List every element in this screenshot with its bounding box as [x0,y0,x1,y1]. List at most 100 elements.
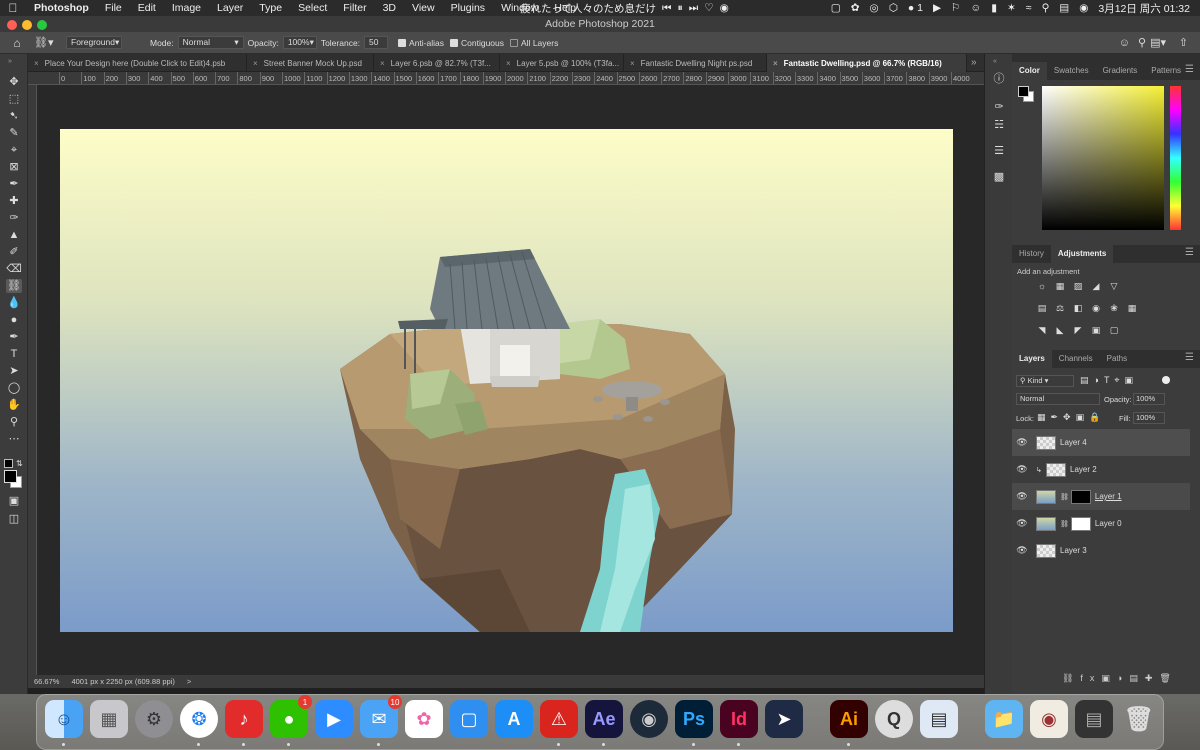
color-field[interactable] [1042,86,1164,230]
user-icon[interactable]: ☺ [970,2,981,14]
adjustments-panel-menu-icon[interactable]: ☰ [1185,247,1194,258]
layer-name[interactable]: Layer 3 [1060,546,1087,555]
pause-icon[interactable]: ⏸ [677,2,682,15]
menubar-clock[interactable]: 3月12日 周六 01:32 [1098,1,1190,16]
tab-document-4[interactable]: × Layer 5.psb @ 100% (T3fa... [500,54,624,72]
foreground-color-large[interactable] [4,470,17,483]
menu-layer[interactable]: Layer [209,2,251,14]
lock-icons[interactable]: ▦✒✥▣🔒 [1037,412,1105,423]
tab-document-active[interactable]: × Fantastic Dwelling.psd @ 66.7% (RGB/16) [767,54,967,72]
launchpad-dock-icon[interactable]: ▦ [90,700,128,738]
layer-filter-icons[interactable]: ▤◑T⌖▣ [1080,375,1138,386]
exposure-adjustment-icon[interactable]: ◢ [1090,281,1102,291]
illustrator-dock-icon[interactable]: Ai [830,700,868,738]
home-icon[interactable]: ⌂ [0,36,34,50]
history-brush-tool-icon[interactable]: ✐ [6,245,22,259]
wifi-icon[interactable]: ≈ [1026,2,1032,14]
netease-icon[interactable]: ◉ [720,2,729,14]
brush-settings-icon[interactable]: ✑ [992,100,1006,114]
tab-swatches[interactable]: Swatches [1047,62,1096,80]
netease-music-dock-icon[interactable]: ♪ [225,700,263,738]
desktop-switcher-dock-icon[interactable]: ➤ [765,700,803,738]
after-effects-dock-icon[interactable]: Ae [585,700,623,738]
type-tool-icon[interactable]: T [6,347,22,361]
tab-color[interactable]: Color [1012,62,1047,80]
properties-panel-icon[interactable]: ☵ [992,118,1006,132]
control-center-icon[interactable]: ▤ [1059,2,1069,14]
menu-view[interactable]: View [404,2,443,14]
close-tab-icon[interactable]: × [630,59,635,68]
wechat-dock-icon[interactable]: ● 1 [270,695,312,738]
layer-opacity-input[interactable]: 100% [1133,393,1165,405]
finder-dock-icon[interactable]: ☺ [45,700,83,738]
link-icon[interactable]: ⛓ [1060,520,1069,528]
menu-3d[interactable]: 3D [375,2,404,14]
status-menu-arrow[interactable]: > [187,677,191,686]
adjustment-sliders-icon[interactable]: ☰ [992,144,1006,158]
screen-mode-icon[interactable]: ◫ [6,512,22,526]
layers-footer-icons[interactable]: ⛓fx▣◑▤✚🗑 [1062,673,1178,684]
siri-icon[interactable]: ◉ [1079,2,1088,14]
heart-icon[interactable]: ♡ [704,2,713,14]
healing-brush-tool-icon[interactable]: ✚ [6,194,22,208]
dodge-tool-icon[interactable]: ● [6,313,22,327]
layer-row[interactable]: 👁 ⛓ Layer 0 [1012,510,1190,537]
close-tab-icon[interactable]: × [506,59,511,68]
ellipse-tool-icon[interactable]: ◯ [6,381,22,395]
menu-app-name[interactable]: Photoshop [26,2,97,14]
indesign-dock-icon[interactable]: Id [720,700,758,738]
color-lookup-adjustment-icon[interactable]: ▦ [1126,303,1138,313]
layers-panel-menu-icon[interactable]: ☰ [1185,352,1194,363]
curves-adjustment-icon[interactable]: ▨ [1072,281,1084,291]
tab-gradients[interactable]: Gradients [1096,62,1145,80]
eye-icon[interactable]: 👁 [1012,437,1032,448]
app-store-dock-icon[interactable]: A [495,700,533,738]
frame-tool-icon[interactable]: ⊠ [6,160,22,174]
network-icon[interactable]: ◎ [870,2,879,14]
posterize-adjustment-icon[interactable]: ◣ [1054,325,1066,335]
mode-select[interactable]: Normal ▾ [177,36,244,49]
user-profile-icon[interactable]: ☺ [1119,37,1130,49]
clone-stamp-tool-icon[interactable]: ▲ [6,228,22,242]
color-balance-adjustment-icon[interactable]: ⚖ [1054,303,1066,313]
menu-plugins[interactable]: Plugins [443,2,493,14]
layer-mask-thumbnail[interactable] [1070,516,1091,531]
layer-blend-mode-select[interactable]: Normal [1016,393,1100,405]
photoshop-dock-icon[interactable]: Ps [675,700,713,738]
folder-dock-icon[interactable]: 📁 [985,700,1023,738]
layer-row[interactable]: 👁 ⛓ Layer 1 [1012,483,1190,510]
antialias-checkbox[interactable] [398,38,407,47]
safari-dock-icon[interactable]: ❂ [180,700,218,738]
close-tab-icon[interactable]: × [773,59,778,68]
swap-colors-icon[interactable]: ⇅ [16,459,23,468]
menu-filter[interactable]: Filter [335,2,374,14]
keynote-dock-icon[interactable]: ▢ [450,700,488,738]
display-icon[interactable]: ▢ [831,2,841,14]
invert-adjustment-icon[interactable]: ◥ [1036,325,1048,335]
color-panel-menu-icon[interactable]: ☰ [1185,64,1194,75]
workspace-icon[interactable]: ▤▾ [1150,36,1166,49]
document-canvas[interactable] [60,129,953,632]
eye-icon[interactable]: 👁 [1012,545,1032,556]
layer-row[interactable]: 👁 ↳ Layer 2 [1012,456,1190,483]
zoom-window-button[interactable] [37,20,47,30]
menu-select[interactable]: Select [290,2,335,14]
trash-dock-icon[interactable]: 🗑 [1120,700,1158,738]
blur-tool-icon[interactable]: 💧 [6,296,22,310]
brightness-adjustment-icon[interactable]: ☼ [1036,281,1048,291]
close-tab-icon[interactable]: × [380,59,385,68]
search-icon[interactable]: ⚲ [1138,36,1146,49]
paint-bucket-tool-preset-icon[interactable]: ⛓▾ [34,36,62,49]
move-tool-icon[interactable]: ✥ [6,75,22,89]
levels-adjustment-icon[interactable]: ▦ [1054,281,1066,291]
apple-menu-icon[interactable]:  [0,1,26,15]
preview-dock-icon[interactable]: ▤ [920,700,958,738]
layer-name[interactable]: Layer 4 [1060,438,1087,447]
hand-tool-icon[interactable]: ✋ [6,398,22,412]
photos-dock-icon[interactable]: ✿ [405,700,443,738]
tab-paths[interactable]: Paths [1100,350,1134,368]
bluetooth-icon[interactable]: ✶ [1007,2,1016,14]
eye-icon[interactable]: 👁 [1012,491,1032,502]
path-selection-tool-icon[interactable]: ➤ [6,364,22,378]
pen-tool-icon[interactable]: ✒ [6,330,22,344]
